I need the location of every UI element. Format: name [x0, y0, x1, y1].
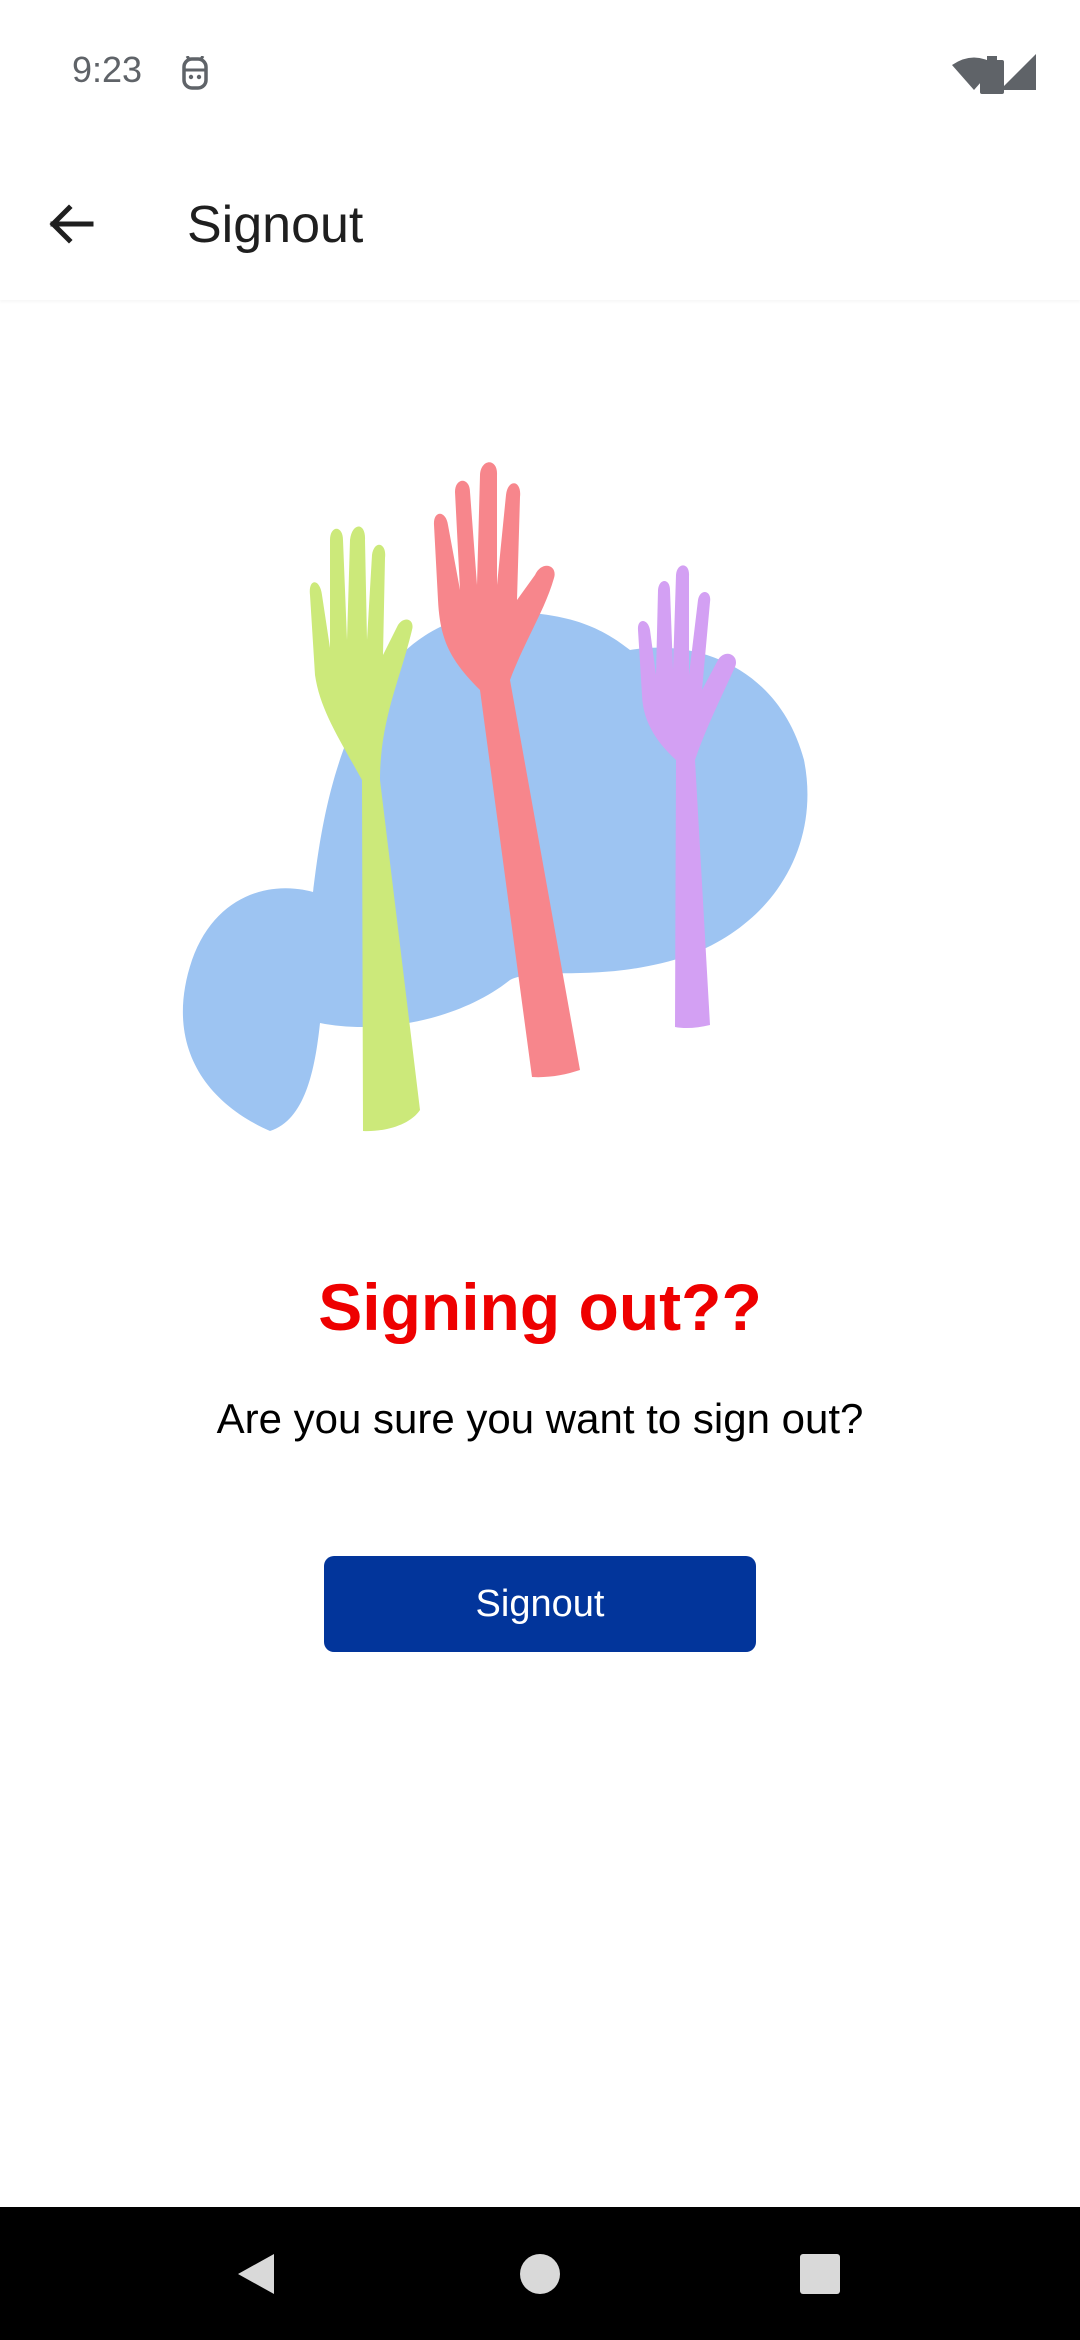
battery-shape [980, 56, 1004, 94]
nav-home-button[interactable] [480, 2207, 600, 2340]
app-bar: Signout [0, 150, 1080, 300]
illustration-svg [182, 462, 808, 1132]
signout-heading: Signing out?? [318, 1270, 762, 1344]
home-circle-icon [520, 2253, 560, 2294]
nav-recents-button[interactable] [760, 2207, 880, 2340]
nav-back-button[interactable] [196, 2207, 316, 2340]
signout-message: Are you sure you want to sign out? [216, 1395, 864, 1442]
app-notification-icon [178, 55, 214, 97]
status-bar: 9:23 [0, 0, 1080, 150]
recents-square-icon [800, 2253, 840, 2294]
signout-button[interactable]: Signout [324, 1556, 756, 1652]
back-triangle-icon [238, 2253, 274, 2294]
page-title: Signout [187, 196, 364, 254]
raised-hands-illustration [180, 460, 900, 1140]
back-button[interactable] [30, 188, 112, 260]
system-nav-bar [0, 2207, 1080, 2340]
status-time: 9:23 [72, 49, 143, 90]
arrow-left-icon [49, 204, 94, 244]
